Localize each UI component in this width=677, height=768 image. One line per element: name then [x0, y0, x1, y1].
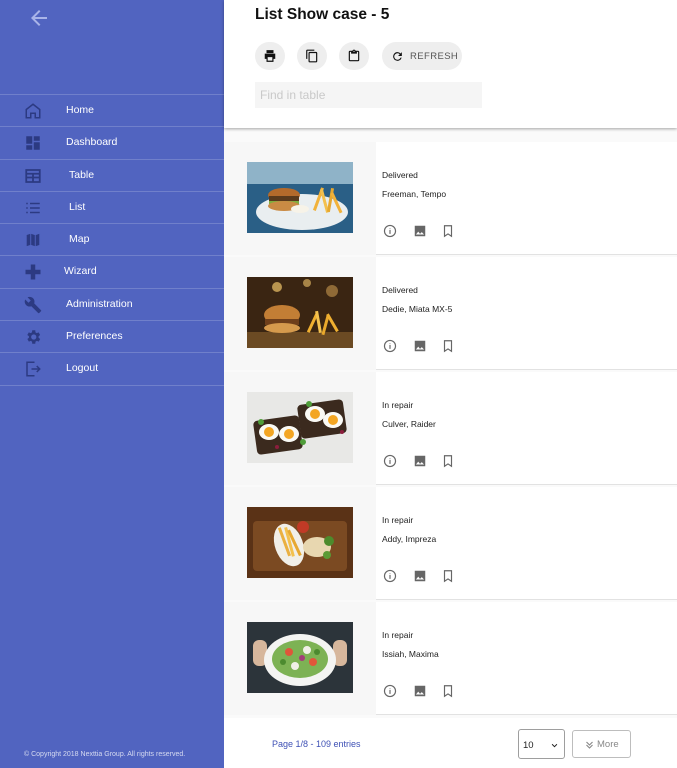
sidebar-item-home[interactable]: Home	[0, 95, 224, 128]
row-status: In repair	[382, 400, 414, 410]
row-customer: Dedie, Miata MX-5	[382, 304, 453, 314]
copy-button[interactable]	[297, 42, 327, 70]
sidebar-item-label: Preferences	[66, 330, 123, 343]
sidebar: Home Dashboard Table List Map Wizard Adm…	[0, 0, 224, 768]
list-icon	[26, 202, 40, 214]
row-customer: Addy, Impreza	[382, 534, 437, 544]
dashboard-icon	[26, 136, 40, 151]
table-icon	[25, 168, 41, 183]
sidebar-item-logout[interactable]: Logout	[0, 353, 224, 386]
gear-icon	[27, 330, 41, 344]
image-icon[interactable]	[413, 339, 427, 353]
image-icon[interactable]	[413, 454, 427, 468]
image-icon[interactable]	[413, 224, 427, 238]
sidebar-item-label: Logout	[66, 362, 99, 375]
bookmark-icon[interactable]	[441, 569, 455, 583]
info-icon[interactable]	[383, 569, 397, 583]
copy-icon	[306, 49, 318, 63]
egg-toast-photo	[247, 392, 353, 463]
sidebar-item-label: Wizard	[64, 265, 97, 278]
list-item[interactable]: Delivered Dedie, Miata MX-5	[224, 257, 677, 370]
refresh-label: REFRESH	[410, 51, 459, 62]
pagination-footer: Page 1/8 - 109 entries 10 More	[224, 718, 677, 768]
list-item[interactable]: In repair Culver, Raider	[224, 372, 677, 485]
sidebar-item-label: Home	[66, 104, 95, 116]
salad-bowl-photo	[247, 622, 353, 693]
search-input[interactable]	[255, 82, 482, 108]
row-customer: Freeman, Tempo	[382, 189, 447, 199]
page-size-value: 10	[523, 740, 534, 751]
page-header: List Show case - 5 REFRESH	[224, 0, 677, 128]
sidebar-item-label: List	[69, 200, 86, 213]
image-icon[interactable]	[413, 684, 427, 698]
info-icon[interactable]	[383, 684, 397, 698]
plus-icon	[25, 264, 41, 280]
bookmark-icon[interactable]	[441, 454, 455, 468]
fries-board-photo	[247, 507, 353, 578]
row-customer: Issiah, Maxima	[382, 649, 439, 659]
info-icon[interactable]	[383, 339, 397, 353]
page-info: Page 1/8 - 109 entries	[272, 739, 361, 749]
sidebar-item-preferences[interactable]: Preferences	[0, 321, 224, 354]
chevron-down-icon	[551, 743, 558, 748]
row-status: Delivered	[382, 285, 418, 295]
thumb-area	[224, 372, 376, 485]
image-icon[interactable]	[413, 569, 427, 583]
thumb-area	[224, 142, 376, 255]
bookmark-icon[interactable]	[441, 224, 455, 238]
burger-fries-photo	[247, 162, 353, 233]
sidebar-item-label: Administration	[66, 297, 133, 310]
sidebar-item-label: Map	[69, 233, 90, 246]
clipboard-icon	[348, 49, 360, 62]
bookmark-icon[interactable]	[441, 684, 455, 698]
thumb-area	[224, 602, 376, 715]
more-button[interactable]: More	[572, 730, 631, 758]
wrench-icon	[24, 296, 42, 314]
list-container: Delivered Freeman, Tempo Delivered Dedie…	[224, 128, 677, 718]
info-icon[interactable]	[383, 224, 397, 238]
back-arrow-icon[interactable]	[26, 6, 52, 30]
sidebar-item-label: Dashboard	[66, 136, 118, 149]
row-customer: Culver, Raider	[382, 419, 436, 429]
logout-icon	[26, 361, 41, 377]
burger-dark-photo	[247, 277, 353, 348]
copyright-text: © Copyright 2018 Nexttia Group. All righ…	[24, 751, 186, 758]
sidebar-nav: Home Dashboard Table List Map Wizard Adm…	[0, 94, 224, 386]
list-item[interactable]: Delivered Freeman, Tempo	[224, 142, 677, 255]
thumb-area	[224, 487, 376, 600]
refresh-icon	[393, 52, 402, 61]
list-item[interactable]: In repair Addy, Impreza	[224, 487, 677, 600]
print-button[interactable]	[255, 42, 285, 70]
thumb-area	[224, 257, 376, 370]
clipboard-button[interactable]	[339, 42, 369, 70]
map-icon	[25, 232, 41, 248]
double-chevron-down-icon	[586, 741, 593, 749]
sidebar-item-label: Table	[69, 168, 95, 181]
row-status: In repair	[382, 515, 414, 525]
sidebar-item-map[interactable]: Map	[0, 224, 224, 257]
home-icon	[25, 103, 41, 119]
refresh-button[interactable]: REFRESH	[382, 42, 462, 70]
info-icon[interactable]	[383, 454, 397, 468]
bookmark-icon[interactable]	[441, 339, 455, 353]
row-status: In repair	[382, 630, 414, 640]
sidebar-item-wizard[interactable]: Wizard	[0, 256, 224, 289]
more-label: More	[597, 739, 619, 750]
sidebar-item-list[interactable]: List	[0, 192, 224, 225]
row-status: Delivered	[382, 170, 418, 180]
page-size-select[interactable]: 10	[518, 729, 565, 759]
sidebar-item-table[interactable]: Table	[0, 160, 224, 192]
page-title: List Show case - 5	[255, 6, 390, 23]
print-icon	[264, 50, 276, 62]
sidebar-item-dashboard[interactable]: Dashboard	[0, 127, 224, 160]
sidebar-item-administration[interactable]: Administration	[0, 289, 224, 322]
list-item[interactable]: In repair Issiah, Maxima	[224, 602, 677, 715]
